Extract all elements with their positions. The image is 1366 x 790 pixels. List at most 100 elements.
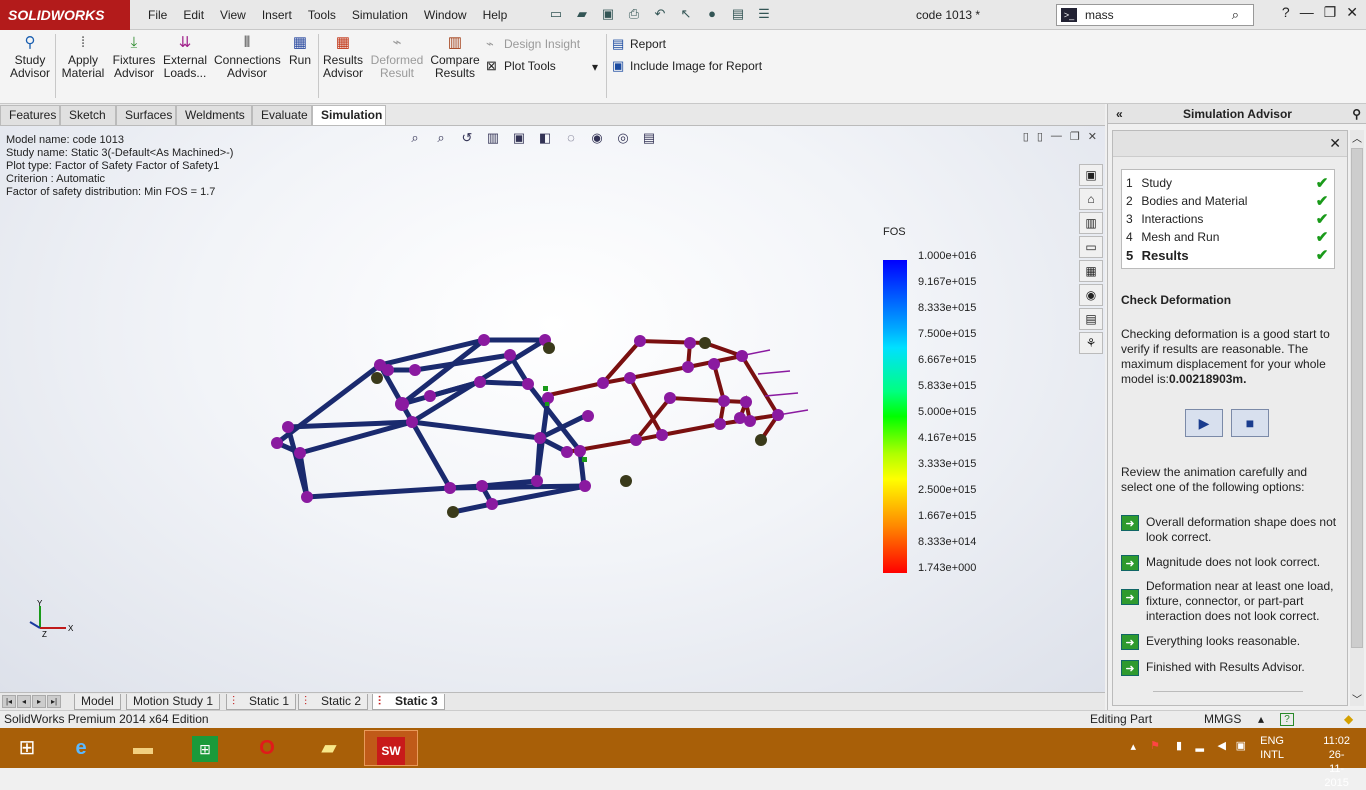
plot-tools-button[interactable]: ⊠ Plot Tools [486,58,556,74]
battery-icon[interactable]: ▮ [1176,739,1182,752]
tab-static-1[interactable]: ⫶ Static 1 [226,694,297,710]
tray-expand-icon[interactable]: ▴ [1130,740,1136,753]
search-input[interactable]: >_ mass ⌕ [1056,4,1254,26]
apply-scene-icon[interactable]: ◎ [612,130,634,146]
menu-simulation[interactable]: Simulation [344,0,416,30]
menu-file[interactable]: File [140,0,175,30]
view-settings-icon[interactable]: ▤ [638,130,660,146]
menu-tools[interactable]: Tools [300,0,344,30]
home-icon[interactable]: ⌂ [1079,188,1103,210]
internet-explorer-icon[interactable]: e [54,730,108,766]
frame-model[interactable] [260,326,820,526]
step-results[interactable]: 5 Results [1126,248,1189,263]
simulation-advisor-icon[interactable]: ⚘ [1079,332,1103,354]
deformed-result-button[interactable]: ⌁ Deformed Result [370,34,424,80]
menu-edit[interactable]: Edit [175,0,212,30]
edit-appearance-icon[interactable]: ◉ [586,130,608,146]
undo-icon[interactable]: ↶ [649,6,671,24]
open-folder-icon[interactable]: ▰ [571,6,593,24]
split-view-icon[interactable]: ▯ [1023,130,1029,143]
tab-static-3[interactable]: ⫶ Static 3 [372,694,445,710]
next-tab-icon[interactable]: ▸ [32,695,46,708]
sticky-notes-icon[interactable]: ▰ [302,730,356,766]
tab-evaluate[interactable]: Evaluate [252,105,312,125]
file-properties-icon[interactable]: ▤ [727,6,749,24]
tile-view-icon[interactable]: ▯ [1037,130,1043,143]
option-finished[interactable]: ➜ Finished with Results Advisor. [1121,660,1341,676]
option-looks-reasonable[interactable]: ➜ Everything looks reasonable. [1121,634,1341,650]
save-icon[interactable]: ▣ [597,6,619,24]
plot-tools-dropdown-icon[interactable]: ▾ [592,59,598,75]
close-icon[interactable]: ✕ [1346,4,1358,21]
display-style-icon[interactable]: ◧ [534,130,556,146]
solidworks-resources-icon[interactable]: ▣ [1079,164,1103,186]
menu-insert[interactable]: Insert [254,0,300,30]
solidworks-taskbar-icon[interactable]: SW [364,730,418,766]
pin-icon[interactable]: ⚲ [1352,104,1361,124]
options-icon[interactable]: ☰ [753,6,775,24]
select-arrow-icon[interactable]: ↖ [675,6,697,24]
option-local-deformation-incorrect[interactable]: ➜ Deformation near at least one load, fix… [1121,579,1341,624]
zoom-to-fit-icon[interactable]: ⌕ [404,130,426,146]
task-pane-scrollbar[interactable]: ︿ ﹀ [1350,130,1364,706]
new-document-icon[interactable]: ▭ [545,6,567,24]
step-mesh-run[interactable]: 4 Mesh and Run [1126,230,1219,244]
unit-menu-icon[interactable]: ▴ [1258,711,1264,728]
help-icon[interactable]: ? [1282,4,1290,21]
graphics-area[interactable]: Model name: code 1013 Study name: Static… [0,126,1105,692]
run-button[interactable]: ▦ Run [286,34,314,67]
view-palette-icon[interactable]: ▦ [1079,260,1103,282]
viewport-close-icon[interactable]: ✕ [1088,130,1097,143]
advisor-close-icon[interactable]: ✕ [1329,135,1341,152]
compare-results-button[interactable]: ▥ Compare Results [430,34,480,80]
tab-model[interactable]: Model [74,694,121,710]
design-library-icon[interactable]: ▥ [1079,212,1103,234]
tray-app-icon[interactable]: ▣ [1236,739,1246,752]
file-explorer-icon[interactable]: ▭ [1079,236,1103,258]
viewport-minimize-icon[interactable]: — [1051,130,1062,143]
view-orientation-icon[interactable]: ▣ [508,130,530,146]
step-interactions[interactable]: 3 Interactions [1126,212,1203,226]
volume-icon[interactable]: ◀ [1218,739,1226,752]
results-advisor-button[interactable]: ▦ Results Advisor [322,34,364,80]
menu-view[interactable]: View [212,0,254,30]
rebuild-status-icon[interactable]: ◆ [1344,711,1353,728]
print-icon[interactable]: ⎙ [623,6,645,24]
file-explorer-icon[interactable]: ▬ [116,730,170,766]
collapse-pane-icon[interactable]: « [1116,104,1123,124]
step-bodies-material[interactable]: 2 Bodies and Material [1126,194,1247,208]
tab-features[interactable]: Features [0,105,60,125]
last-tab-icon[interactable]: ▸| [47,695,61,708]
network-icon[interactable]: ▂ [1196,739,1204,752]
tab-sketch[interactable]: Sketch [60,105,116,125]
tab-surfaces[interactable]: Surfaces [116,105,176,125]
tab-static-2[interactable]: ⫶ Static 2 [298,694,369,710]
previous-view-icon[interactable]: ↺ [456,130,478,146]
study-advisor-button[interactable]: ⚲ Study Advisor [10,34,50,80]
external-loads-button[interactable]: ⇊ External Loads... [162,34,208,80]
option-magnitude-incorrect[interactable]: ➜ Magnitude does not look correct. [1121,555,1341,571]
include-image-button[interactable]: ▣ Include Image for Report [612,58,762,74]
action-center-icon[interactable]: ⚑ [1150,739,1160,752]
menu-help[interactable]: Help [475,0,516,30]
section-view-icon[interactable]: ▥ [482,130,504,146]
rebuild-traffic-light-icon[interactable]: ● [701,6,723,24]
hide-show-items-icon[interactable]: ◌ [560,130,582,146]
unit-system[interactable]: MMGS [1204,711,1241,728]
menu-window[interactable]: Window [416,0,475,30]
option-shape-incorrect[interactable]: ➜ Overall deformation shape does not look… [1121,515,1341,545]
tab-motion-study-1[interactable]: Motion Study 1 [126,694,221,710]
apply-material-button[interactable]: ⦙ Apply Material [60,34,106,80]
connections-advisor-button[interactable]: ⫴ Connections Advisor [214,34,281,80]
fixtures-advisor-button[interactable]: ⤓ Fixtures Advisor [112,34,156,80]
minimize-icon[interactable]: — [1300,4,1314,21]
opera-icon[interactable]: O [240,730,294,766]
viewport-restore-icon[interactable]: ❐ [1070,130,1080,143]
stop-icon[interactable]: ■ [1231,409,1269,437]
step-study[interactable]: 1 Study [1126,176,1172,190]
search-icon[interactable]: ⌕ [1232,5,1239,25]
restore-icon[interactable]: ❐ [1324,4,1337,21]
store-icon[interactable]: ⊞ [178,730,232,766]
play-icon[interactable]: ▶ [1185,409,1223,437]
report-button[interactable]: ▤ Report [612,36,666,52]
